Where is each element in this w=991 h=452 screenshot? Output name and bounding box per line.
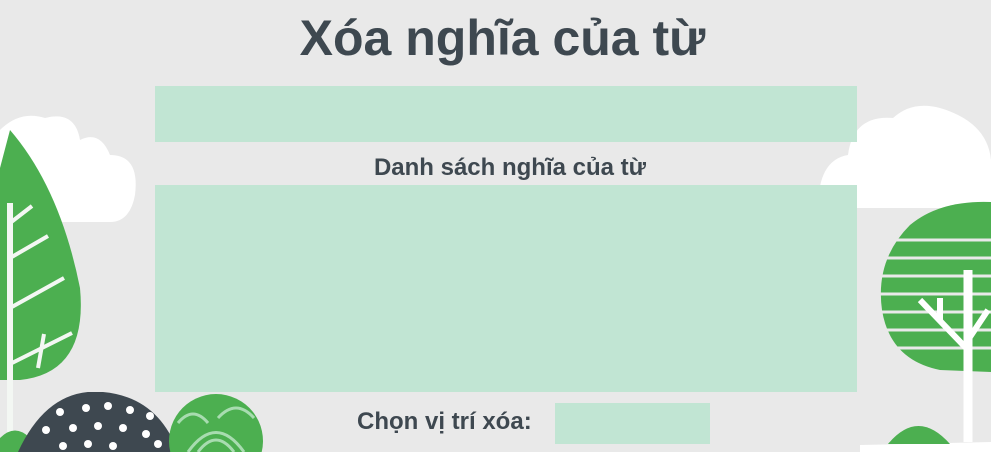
- page-title: Xóa nghĩa của từ: [299, 10, 706, 66]
- position-label: Chọn vị trí xóa:: [357, 408, 532, 435]
- meaning-list[interactable]: [155, 185, 857, 392]
- dotted-bush-decoration: [18, 392, 178, 452]
- meaning-list-label: Danh sách nghĩa của từ: [373, 154, 647, 181]
- right-striped-tree-decoration: [860, 201, 991, 452]
- word-input[interactable]: [155, 86, 857, 142]
- wave-bush-decoration: [169, 394, 263, 452]
- position-input[interactable]: [555, 403, 710, 444]
